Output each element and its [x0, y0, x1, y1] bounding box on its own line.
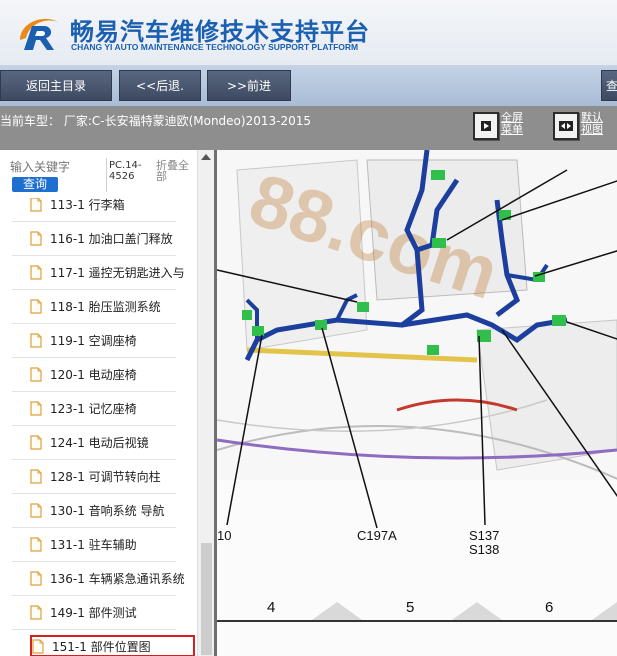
- list-separator: [12, 289, 176, 290]
- vehicle-info-bar: 当前车型： 厂家:C-长安福特蒙迪欧(Mondeo)2013-2015 全屏菜单…: [0, 106, 617, 150]
- list-item-label: 113-1 行李箱: [50, 198, 125, 212]
- home-button[interactable]: 返回主目录: [0, 70, 112, 101]
- fullscreen-menu-label[interactable]: 全屏菜单: [501, 112, 529, 136]
- default-view-label[interactable]: 默认视图: [581, 112, 609, 136]
- list-item-label: 123-1 记忆座椅: [50, 401, 137, 416]
- fullscreen-icon: [473, 112, 499, 140]
- list-separator: [12, 391, 176, 392]
- list-item-label: 119-1 空调座椅: [50, 333, 137, 348]
- list-item-label: 118-1 胎压监测系统: [50, 299, 161, 314]
- document-icon: [30, 468, 42, 484]
- default-view-icon: [553, 112, 579, 140]
- query-button[interactable]: 查: [601, 70, 617, 101]
- list-item-label: 117-1 遥控无钥匙进入与: [50, 265, 185, 280]
- list-separator: [12, 527, 176, 528]
- list-item[interactable]: 124-1 电动后视镜: [30, 431, 149, 453]
- list-item[interactable]: 118-1 胎压监测系统: [30, 295, 161, 317]
- diagram-label-s138[interactable]: S138: [469, 542, 499, 557]
- list-separator: [12, 595, 176, 596]
- list-item-label: 131-1 驻车辅助: [50, 537, 137, 552]
- diagram-label-c197a[interactable]: C197A: [357, 528, 397, 543]
- list-item[interactable]: 136-1 车辆紧急通讯系统: [30, 567, 185, 589]
- forward-button[interactable]: >>前进: [207, 70, 291, 101]
- list-separator: [12, 221, 176, 222]
- list-separator: [12, 323, 176, 324]
- document-icon: [30, 298, 42, 314]
- list-item-label: 151-1 部件位置图: [52, 639, 151, 654]
- list-item[interactable]: 120-1 电动座椅: [30, 363, 137, 385]
- list-separator: [12, 629, 176, 630]
- list-separator: [12, 459, 176, 460]
- list-separator: [12, 255, 176, 256]
- pc-code-label: PC.14-4526: [109, 160, 142, 182]
- current-vehicle: 当前车型： 厂家:C-长安福特蒙迪欧(Mondeo)2013-2015: [0, 114, 311, 128]
- wiring-diagram-canvas: 88.com 10 C197A S137 S138 4 5 6: [217, 150, 617, 622]
- search-input[interactable]: [10, 160, 100, 174]
- list-item[interactable]: 116-1 加油口盖门释放: [30, 227, 173, 249]
- app-header: 畅易汽车维修技术支持平台 CHANG YI AUTO MAINTENANCE T…: [0, 0, 617, 66]
- document-icon: [30, 604, 42, 620]
- search-button[interactable]: 查询: [12, 177, 58, 192]
- brand-logo-icon: [20, 18, 58, 50]
- fullscreen-menu-button[interactable]: 全屏菜单: [473, 112, 529, 140]
- wiring-diagram[interactable]: 88.com 10 C197A S137 S138 4 5 6: [214, 150, 617, 656]
- grid-number-6: 6: [545, 599, 553, 616]
- sidebar-scrollbar[interactable]: [197, 150, 214, 656]
- document-icon: [30, 502, 42, 518]
- document-icon: [30, 536, 42, 552]
- list-item[interactable]: 149-1 部件测试: [30, 601, 137, 623]
- document-icon: [30, 434, 42, 450]
- back-button[interactable]: <<后退.: [119, 70, 201, 101]
- grid-number-5: 5: [406, 599, 414, 616]
- document-icon: [30, 332, 42, 348]
- list-item-label: 136-1 车辆紧急通讯系统: [50, 571, 185, 586]
- document-icon: [30, 366, 42, 382]
- diagram-label-10: 10: [217, 528, 231, 543]
- list-item-label: 116-1 加油口盖门释放: [50, 231, 173, 246]
- list-item-label: 149-1 部件测试: [50, 605, 137, 620]
- document-icon: [30, 264, 42, 280]
- component-list: 113-1 行李箱 116-1 加油口盖门释放 117-1 遥控无钥匙进入与 118-…: [0, 198, 197, 656]
- diagram-label-s137[interactable]: S137: [469, 528, 499, 543]
- default-view-button[interactable]: 默认视图: [553, 112, 609, 140]
- nav-bar: 返回主目录 <<后退. >>前进 查: [0, 66, 617, 106]
- list-item-label: 120-1 电动座椅: [50, 367, 137, 382]
- list-separator: [12, 357, 176, 358]
- document-icon: [30, 570, 42, 586]
- list-item[interactable]: 131-1 驻车辅助: [30, 533, 137, 555]
- document-icon: [30, 198, 42, 212]
- sidebar: 查询 PC.14-4526 折叠全部 113-1 行李箱 116-1 加油口盖门释…: [0, 150, 214, 656]
- list-item[interactable]: 130-1 音响系统 导航: [30, 499, 165, 521]
- list-item[interactable]: 123-1 记忆座椅: [30, 397, 137, 419]
- document-icon: [30, 400, 42, 416]
- app-root: 畅易汽车维修技术支持平台 CHANG YI AUTO MAINTENANCE T…: [0, 0, 617, 656]
- collapse-all-button[interactable]: 折叠全部: [156, 160, 194, 182]
- list-item-label: 130-1 音响系统 导航: [50, 503, 165, 518]
- list-separator: [12, 561, 176, 562]
- list-item[interactable]: 151-1 部件位置图: [30, 635, 195, 656]
- document-icon: [30, 230, 42, 246]
- search-divider: [106, 158, 107, 192]
- scroll-thumb[interactable]: [201, 543, 212, 655]
- list-item-label: 128-1 可调节转向柱: [50, 469, 161, 484]
- grid-number-4: 4: [267, 599, 275, 616]
- list-item[interactable]: 113-1 行李箱: [30, 198, 125, 215]
- list-separator: [12, 425, 176, 426]
- scroll-up-arrow-icon[interactable]: [201, 154, 211, 160]
- document-icon: [32, 638, 44, 654]
- list-item[interactable]: 119-1 空调座椅: [30, 329, 137, 351]
- list-item[interactable]: 128-1 可调节转向柱: [30, 465, 161, 487]
- search-row: 查询 PC.14-4526 折叠全部: [0, 150, 197, 198]
- list-separator: [12, 493, 176, 494]
- list-item-label: 124-1 电动后视镜: [50, 435, 149, 450]
- list-item[interactable]: 117-1 遥控无钥匙进入与: [30, 261, 185, 283]
- brand-subtitle: CHANG YI AUTO MAINTENANCE TECHNOLOGY SUP…: [71, 42, 359, 52]
